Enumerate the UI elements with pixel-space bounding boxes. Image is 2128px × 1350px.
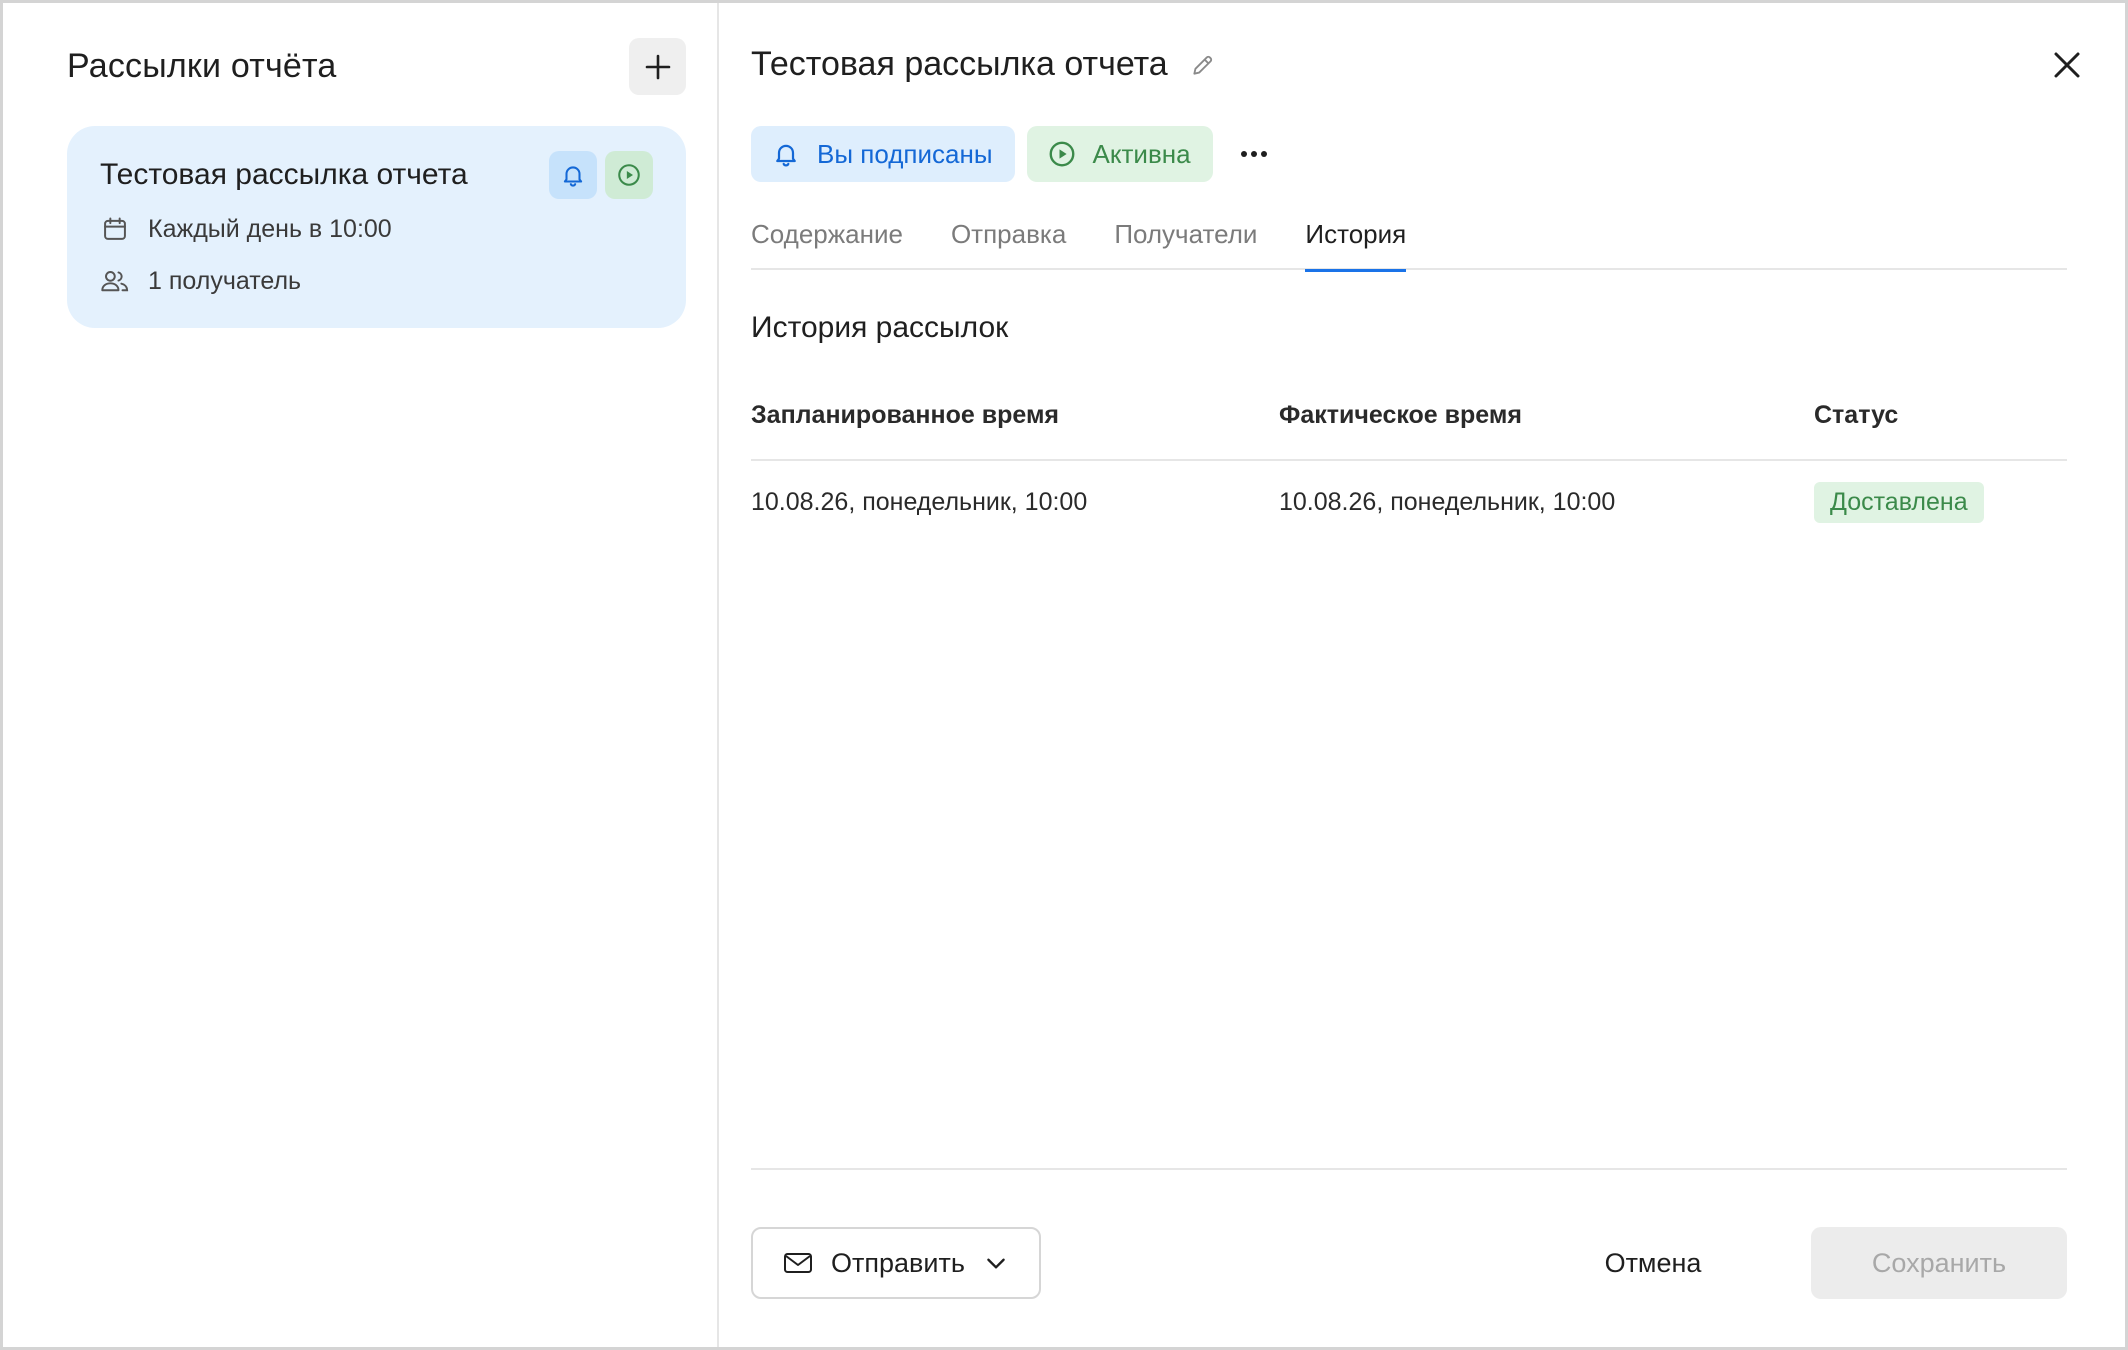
mail-icon	[783, 1247, 815, 1279]
dialog: Рассылки отчёта Тестовая рассылка отчета	[0, 0, 2128, 1350]
bell-icon	[771, 139, 801, 169]
mailing-schedule-text: Каждый день в 10:00	[148, 214, 392, 243]
planned-time-cell: 10.08.26, понедельник, 10:00	[751, 487, 1088, 516]
mailing-recipients-text: 1 получатель	[148, 266, 302, 295]
sidebar-title: Рассылки отчёта	[67, 47, 337, 85]
plus-icon	[645, 54, 670, 79]
mailing-recipients: 1 получатель	[100, 266, 301, 296]
mailing-card-title: Тестовая рассылка отчета	[100, 158, 468, 191]
history-table: Запланированное время Фактическое время …	[751, 401, 2067, 543]
subscribed-indicator	[549, 151, 597, 199]
edit-title-button[interactable]	[1190, 51, 1218, 79]
status-cell: Доставлена	[1814, 481, 2067, 523]
subscribe-label: Вы подписаны	[817, 138, 993, 169]
more-actions-button[interactable]	[1229, 126, 1279, 182]
more-icon	[1240, 151, 1267, 157]
play-icon	[618, 164, 640, 186]
tab-recipients[interactable]: Получатели	[1114, 213, 1257, 270]
add-mailing-button[interactable]	[629, 38, 686, 95]
column-header-planned: Запланированное время	[751, 401, 1060, 429]
users-icon	[100, 266, 130, 296]
section-title: История рассылок	[751, 311, 1009, 344]
close-button[interactable]	[2049, 47, 2085, 83]
active-label: Активна	[1092, 138, 1191, 169]
send-button[interactable]: Отправить	[751, 1227, 1041, 1299]
tab-history[interactable]: История	[1305, 213, 1406, 272]
active-toggle[interactable]: Активна	[1026, 126, 1213, 182]
bell-icon	[563, 166, 583, 187]
detail-header: Тестовая рассылка отчета	[751, 45, 1218, 84]
chevron-down-icon	[983, 1248, 1013, 1278]
play-icon	[1047, 139, 1077, 169]
save-button[interactable]: Сохранить	[1811, 1227, 2067, 1299]
subscribe-toggle[interactable]: Вы подписаны	[751, 126, 1015, 182]
status-badge: Доставлена	[1814, 481, 1984, 523]
mailing-card[interactable]: Тестовая рассылка отчета Каждый день в 1…	[67, 126, 686, 328]
tab-sending[interactable]: Отправка	[951, 213, 1066, 270]
column-header-actual: Фактическое время	[1279, 401, 1522, 429]
actual-time-cell: 10.08.26, понедельник, 10:00	[1279, 487, 1616, 516]
close-icon	[2054, 52, 2080, 78]
calendar-icon	[100, 214, 130, 244]
footer-divider	[751, 1168, 2067, 1170]
tabs: Содержание Отправка Получатели История	[751, 213, 2067, 272]
send-label: Отправить	[831, 1247, 965, 1278]
active-indicator	[605, 151, 653, 199]
table-header: Запланированное время Фактическое время …	[751, 401, 2067, 461]
page-title: Тестовая рассылка отчета	[751, 45, 1168, 83]
pencil-icon	[1193, 55, 1212, 75]
cancel-button[interactable]: Отмена	[1583, 1227, 1723, 1299]
mailing-schedule: Каждый день в 10:00	[100, 214, 392, 244]
table-row: 10.08.26, понедельник, 10:00 10.08.26, п…	[751, 461, 2067, 543]
status-badges: Вы подписаны Активна	[751, 126, 1279, 182]
sidebar: Рассылки отчёта Тестовая рассылка отчета	[3, 3, 719, 1347]
detail-panel: Тестовая рассылка отчета Вы подписаны Ак…	[719, 3, 2128, 1347]
column-header-status: Статус	[1814, 401, 1899, 429]
tab-content[interactable]: Содержание	[751, 213, 903, 270]
